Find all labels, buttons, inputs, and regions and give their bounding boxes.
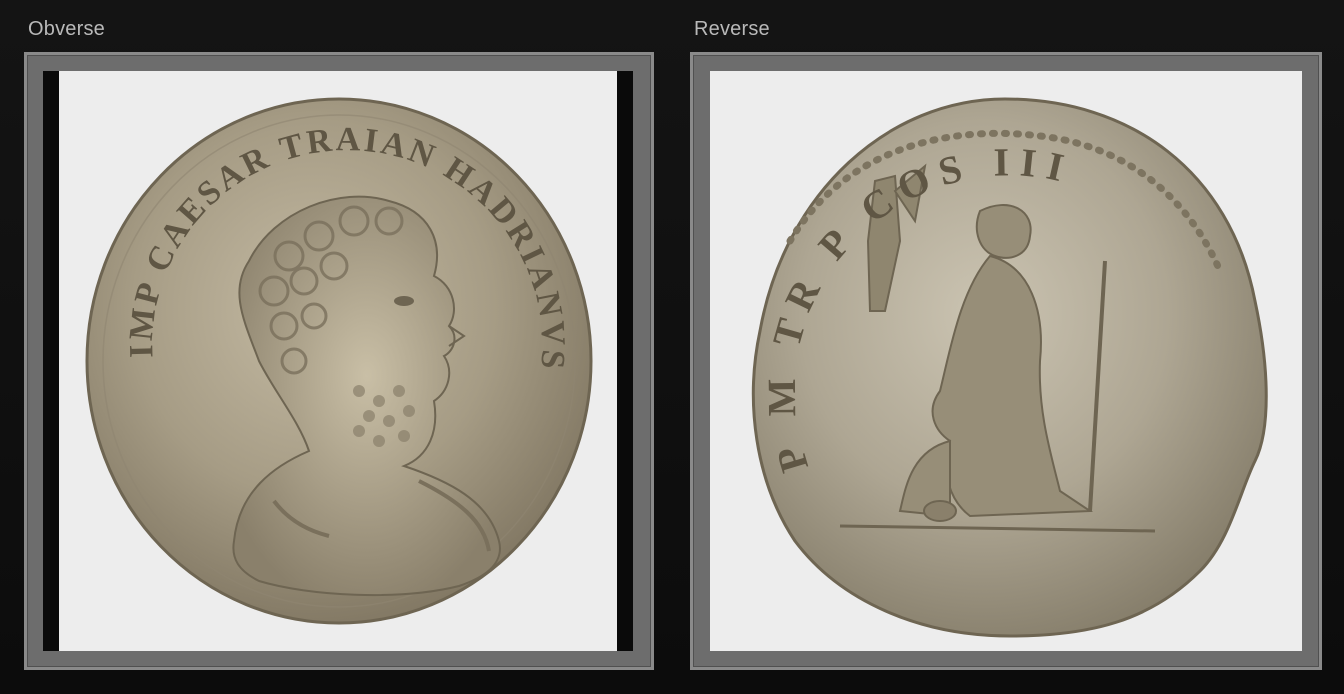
obverse-label: Obverse [28,18,105,40]
obverse-coin: IMP CAESAR TRAIAN HADRIANVS AVG [59,71,593,625]
obverse-image[interactable]: IMP CAESAR TRAIAN HADRIANVS AVG [59,71,617,651]
reverse-coin: P M TR P COS III [751,97,1268,638]
reverse-frame[interactable]: P M TR P COS III [690,52,1322,670]
coin-viewer: Obverse IMP CAESAR TRAIAN HADRIANVS Reve… [0,0,1344,694]
obverse-frame[interactable]: IMP CAESAR TRAIAN HADRIANVS AVG [24,52,654,670]
letterbox-left [43,71,59,651]
reverse-label: Reverse [694,18,770,40]
reverse-image[interactable]: P M TR P COS III [710,71,1302,651]
letterbox-right [617,71,633,651]
